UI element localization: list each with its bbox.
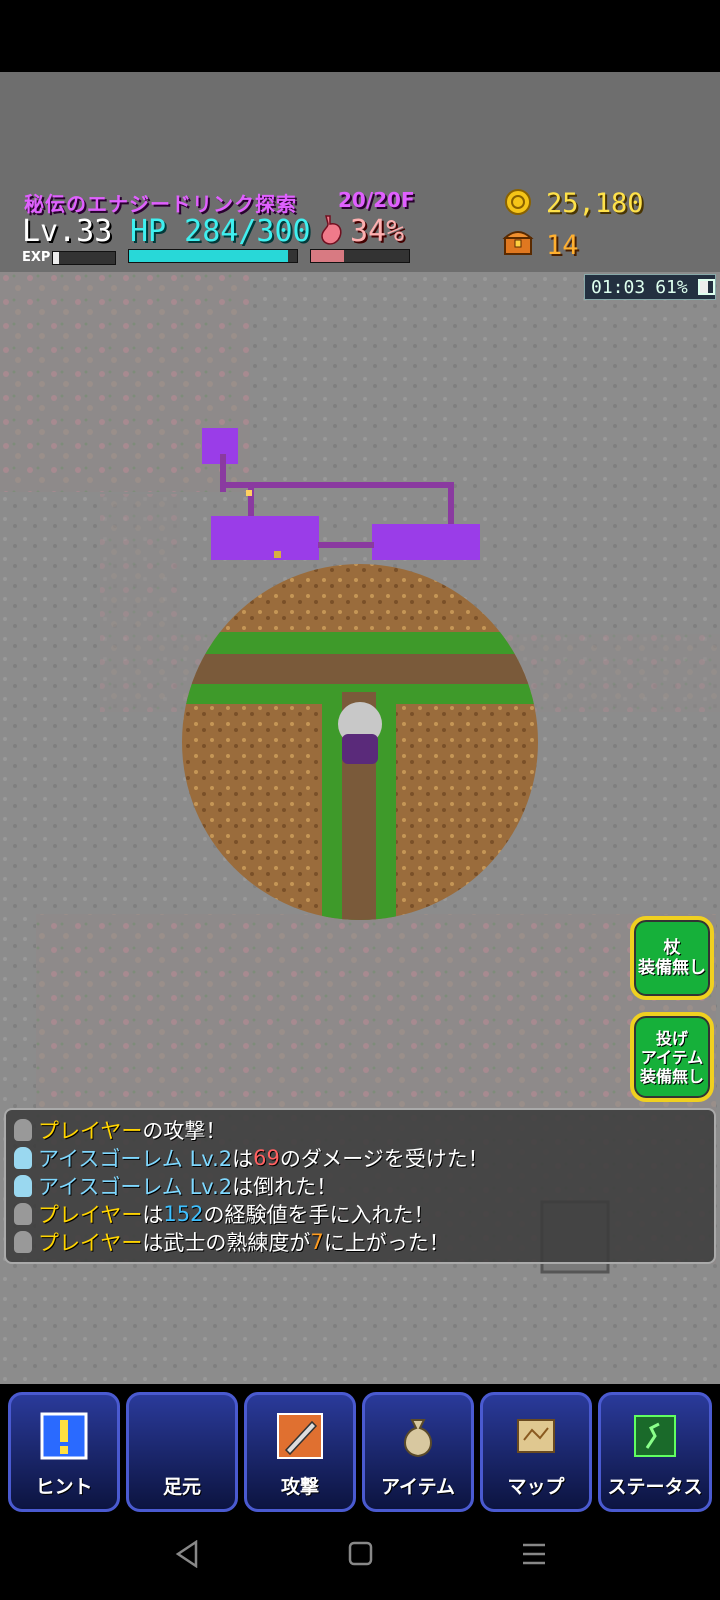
log-line: プレイヤー の攻撃！ [14,1116,706,1144]
log-text: は [232,1147,254,1171]
throw-label: 投げ [655,1028,688,1048]
exp-bar [52,251,116,265]
log-text: は [142,1203,164,1227]
log-actor: プレイヤー [38,1203,143,1227]
staff-equip-button[interactable]: 杖 装備無し [630,916,714,1000]
log-actor: プレイヤー [38,1119,143,1143]
log-number: 152 [163,1202,204,1226]
phone-status-bar [0,0,720,72]
back-icon[interactable] [174,1540,200,1568]
player-character [338,702,382,764]
ice-golem-icon [14,1147,32,1169]
throw-item-equip-button[interactable]: 投げ アイテム 装備無し [630,1012,714,1102]
chest-count: 14 [546,230,579,261]
log-text: の攻撃！ [142,1119,227,1143]
dungeon-name: 秘伝のエナジードリンク探索 [24,192,297,216]
ice-golem-icon [14,1175,32,1197]
hint-exclamation-icon [40,1412,88,1460]
exp-bar-fill [53,252,60,264]
log-line: アイスゴーレム Lv.2 は 69 のダメージを受けた！ [14,1144,706,1172]
log-text: は武士の熟練度が [142,1231,311,1255]
log-line: アイスゴーレム Lv.2 は倒れた！ [14,1172,706,1200]
throw-item-label: アイテム [640,1047,704,1067]
log-actor: アイスゴーレム Lv.2 [38,1175,233,1199]
sword-icon [277,1413,323,1459]
attack-label: 攻撃 [280,1476,319,1498]
map-button[interactable]: マップ [480,1392,592,1512]
exp-label: EXP [22,250,51,265]
hint-button[interactable]: ヒント [8,1392,120,1512]
player-avatar-icon [14,1119,32,1141]
log-actor: アイスゴーレム Lv.2 [38,1147,233,1171]
log-text: は倒れた！ [232,1175,338,1199]
coin-icon [505,189,531,215]
log-number: 69 [253,1146,280,1170]
log-text: のダメージを受けた！ [279,1147,489,1171]
level-text: Lv.33 [22,214,113,249]
status-label: ステータス [607,1476,703,1498]
log-text: の経験値を手に入れた！ [203,1203,435,1227]
hunger-bar [310,249,410,263]
treasure-chest-icon [502,231,534,255]
recents-icon[interactable] [520,1540,548,1568]
player-avatar-icon [14,1231,32,1253]
log-number: 7 [310,1230,324,1254]
feet-button[interactable]: 足元 [126,1392,238,1512]
log-text: に上がった！ [323,1231,450,1255]
log-line: プレイヤー は 152 の経験値を手に入れた！ [14,1200,706,1228]
floor-indicator: 20/20F [338,188,415,212]
log-line: プレイヤー は武士の熟練度が 7 に上がった！ [14,1228,706,1256]
message-log: プレイヤー の攻撃！ アイスゴーレム Lv.2 は 69 のダメージを受けた！ … [4,1108,716,1264]
hp-bar-fill [129,250,289,262]
hp-text: HP 284/300 [130,214,311,249]
attack-button[interactable]: 攻撃 [244,1392,356,1512]
hunger-text: 34% [350,214,405,249]
throw-status: 装備無し [639,1066,704,1086]
android-nav-bar [0,1512,720,1600]
staff-label: 杖 [663,938,681,958]
home-icon[interactable] [348,1540,374,1568]
hunger-bar-fill [311,250,345,262]
bag-icon [404,1419,432,1458]
clock-battery-box: 01:03 61% [584,274,716,300]
staff-status: 装備無し [638,958,706,978]
clock-text: 01:03 [591,276,646,298]
player-avatar-icon [14,1203,32,1225]
gold-amount: 25,180 [546,188,644,219]
status-screen-icon [634,1415,676,1457]
map-label: マップ [507,1476,565,1498]
item-label: アイテム [380,1476,456,1498]
battery-text: 61% [655,276,688,298]
hint-label: ヒント [35,1476,93,1498]
log-actor: プレイヤー [38,1231,143,1255]
map-scroll-icon [517,1419,555,1453]
feet-label: 足元 [162,1476,201,1498]
item-button[interactable]: アイテム [362,1392,474,1512]
battery-icon [697,279,715,295]
status-button[interactable]: ステータス [598,1392,712,1512]
hp-bar [128,249,298,263]
stomach-icon [321,215,342,245]
